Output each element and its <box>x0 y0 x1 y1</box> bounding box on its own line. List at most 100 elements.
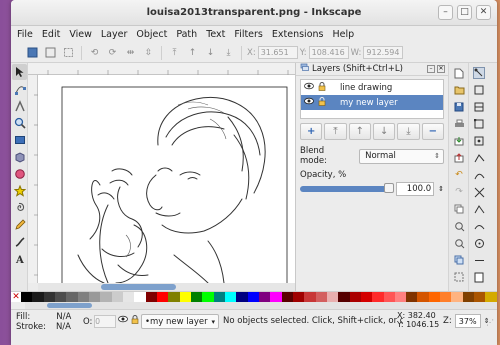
layer-to-top-icon[interactable]: ⤒ <box>324 123 347 140</box>
snap-guide-icon[interactable] <box>471 253 487 267</box>
rotate-cw-icon[interactable]: ⟳ <box>105 45 120 60</box>
new-document-icon[interactable] <box>451 66 467 80</box>
opacity-slider-handle[interactable] <box>384 183 395 193</box>
copy-icon[interactable] <box>451 202 467 216</box>
zoom-fit-icon[interactable] <box>451 219 467 233</box>
save-icon[interactable] <box>451 100 467 114</box>
snap-cusp-icon[interactable] <box>471 202 487 216</box>
rectangle-icon[interactable] <box>12 132 27 148</box>
snap-center-icon[interactable] <box>471 236 487 250</box>
print-icon[interactable] <box>451 117 467 131</box>
drawing-canvas[interactable] <box>38 75 295 283</box>
opacity-o-field[interactable] <box>94 315 117 328</box>
zoom-icon[interactable] <box>12 115 27 131</box>
menu-filters[interactable]: Filters <box>234 29 262 40</box>
color-swatch[interactable] <box>440 292 452 302</box>
select-all-icon[interactable] <box>25 45 40 60</box>
eye-icon[interactable] <box>304 97 314 108</box>
color-swatch[interactable] <box>122 292 135 302</box>
close-button[interactable]: ✕ <box>476 5 491 20</box>
lower-to-bottom-icon[interactable]: ⤓ <box>221 45 236 60</box>
snap-bbox-edge-icon[interactable] <box>471 100 487 114</box>
vertical-ruler[interactable] <box>28 75 38 283</box>
lower-icon[interactable]: ↓ <box>203 45 218 60</box>
node-icon[interactable] <box>12 81 27 97</box>
selector-icon[interactable] <box>12 64 27 80</box>
color-swatch[interactable] <box>270 292 282 302</box>
color-swatch[interactable] <box>349 292 361 302</box>
export-icon[interactable] <box>451 151 467 165</box>
color-swatch[interactable] <box>406 292 418 302</box>
scrollbar-thumb[interactable] <box>101 284 176 290</box>
rotate-ccw-icon[interactable]: ⟲ <box>87 45 102 60</box>
raise-layer-icon[interactable]: ↑ <box>348 123 371 140</box>
menu-view[interactable]: View <box>69 29 92 40</box>
snap-midpoint-icon[interactable] <box>471 134 487 148</box>
color-swatch[interactable] <box>315 292 327 302</box>
undo-icon[interactable]: ↶ <box>451 168 467 182</box>
star-icon[interactable] <box>12 183 27 199</box>
menu-text[interactable]: Text <box>206 29 225 40</box>
color-swatch[interactable] <box>213 292 225 302</box>
color-swatch[interactable] <box>168 292 180 302</box>
color-swatch[interactable] <box>32 292 44 302</box>
color-swatch[interactable] <box>111 292 123 302</box>
color-swatch[interactable] <box>258 292 271 302</box>
color-swatch[interactable] <box>224 292 237 302</box>
snap-intersection-icon[interactable] <box>471 185 487 199</box>
ellipse-icon[interactable] <box>12 166 27 182</box>
canvas-horizontal-scrollbar[interactable] <box>38 283 295 291</box>
current-layer-select[interactable]: •my new layer ▾ <box>141 314 219 329</box>
color-swatch[interactable] <box>474 292 486 302</box>
deselect-icon[interactable] <box>61 45 76 60</box>
maximize-button[interactable]: □ <box>457 5 472 20</box>
lock-icon[interactable] <box>318 81 326 94</box>
color-swatch[interactable] <box>304 292 316 302</box>
color-swatch[interactable] <box>485 292 497 302</box>
dock-close-button[interactable]: ✕ <box>437 65 445 73</box>
layer-row[interactable]: line drawing <box>301 80 443 95</box>
dock-iconify-button[interactable]: – <box>427 65 435 73</box>
snap-bbox-corner-icon[interactable] <box>471 117 487 131</box>
lock-icon[interactable] <box>318 96 326 109</box>
layer-lock-icon[interactable] <box>131 315 139 327</box>
flip-vertical-icon[interactable]: ⇳ <box>141 45 156 60</box>
color-swatch[interactable] <box>236 292 248 302</box>
color-swatch[interactable] <box>145 292 157 302</box>
group-icon[interactable] <box>451 270 467 284</box>
color-swatch[interactable] <box>21 292 33 302</box>
color-swatch[interactable] <box>383 292 395 302</box>
layer-visibility-eye-icon[interactable] <box>118 315 128 327</box>
color-swatch[interactable] <box>326 292 339 302</box>
palette-scrollbar-thumb[interactable] <box>47 303 92 308</box>
eye-icon[interactable] <box>304 82 314 93</box>
color-swatch[interactable] <box>156 292 169 302</box>
color-swatch[interactable] <box>100 292 112 302</box>
y-field[interactable] <box>308 46 349 59</box>
layer-to-bottom-icon[interactable]: ⤓ <box>397 123 420 140</box>
spin-arrows-icon[interactable]: ⇕ <box>438 185 444 193</box>
color-swatch[interactable] <box>43 292 55 302</box>
color-swatch[interactable] <box>134 292 146 302</box>
layer-row-selected[interactable]: my new layer <box>301 95 443 110</box>
raise-icon[interactable]: ↑ <box>185 45 200 60</box>
spiral-icon[interactable] <box>12 200 27 216</box>
zoom-field[interactable]: 37% <box>454 314 481 328</box>
opacity-slider[interactable] <box>300 183 395 193</box>
menu-file[interactable]: File <box>17 29 33 40</box>
opacity-spinbox[interactable]: 100.0 <box>396 182 435 196</box>
color-swatch[interactable] <box>451 292 463 302</box>
text-icon[interactable]: A <box>12 251 27 267</box>
horizontal-ruler[interactable] <box>28 63 295 75</box>
color-swatch[interactable] <box>338 292 350 302</box>
menu-help[interactable]: Help <box>332 29 354 40</box>
snap-smooth-icon[interactable] <box>471 219 487 233</box>
pencil-icon[interactable] <box>12 217 27 233</box>
remove-layer-button[interactable]: − <box>421 123 444 140</box>
color-swatch[interactable] <box>292 292 305 302</box>
color-swatch[interactable] <box>247 292 259 302</box>
color-swatch[interactable] <box>202 292 214 302</box>
menu-layer[interactable]: Layer <box>101 29 128 40</box>
color-swatch[interactable] <box>190 292 203 302</box>
raise-to-top-icon[interactable]: ⤒ <box>167 45 182 60</box>
